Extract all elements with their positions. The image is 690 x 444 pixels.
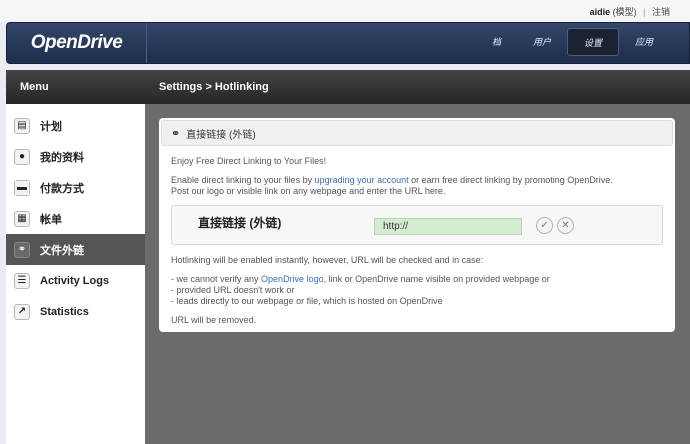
condition-item: - we cannot verify any OpenDrive logo, l… <box>171 274 663 285</box>
sidebar-item-label: Activity Logs <box>40 274 110 287</box>
opendrive-logo[interactable]: OpenDrive <box>7 23 147 63</box>
sidebar-item-label: 计划 <box>40 120 62 133</box>
panel-header: ⚭ 直接链接 (外链) <box>161 120 673 146</box>
user-bar: aidie (模型) | 注销 <box>0 0 690 22</box>
url-label: 直接链接 (外链) <box>198 216 282 230</box>
condition-text: - we cannot verify any <box>171 274 262 284</box>
doc-icon: ▤ <box>14 117 30 134</box>
separator: | <box>643 7 646 17</box>
condition-item: - leads directly to our webpage or file,… <box>171 296 443 306</box>
chart-icon: ↗ <box>14 303 30 320</box>
logout-link[interactable]: 注销 <box>652 7 670 17</box>
desc-text: or earn free direct linking by promoting… <box>408 175 613 185</box>
upgrade-link[interactable]: upgrading your account <box>315 175 409 185</box>
cancel-x-icon[interactable]: ✕ <box>557 217 574 234</box>
conditions-list: - we cannot verify any OpenDrive logo, l… <box>171 274 663 307</box>
sidebar-item-label: Statistics <box>40 305 89 318</box>
user-sub: (模型) <box>612 7 637 17</box>
panel-title: 直接链接 (外链) <box>186 129 256 141</box>
url-form-row: 直接链接 (外链) http:// ✓ ✕ <box>171 205 663 245</box>
app-header: OpenDrive 档 用户 设置 应用 <box>6 22 690 64</box>
intro-text: Enjoy Free Direct Linking to Your Files! <box>171 156 327 166</box>
sidebar-title: Menu <box>6 70 145 104</box>
main-content: Settings > Hotlinking ⚭ 直接链接 (外链) Enjoy … <box>145 70 690 444</box>
desc-text: Enable direct linking to your files by <box>171 175 315 185</box>
condition-text: , link or OpenDrive name visible on prov… <box>323 274 550 284</box>
note-text: Hotlinking will be enabled instantly, ho… <box>171 255 484 265</box>
top-nav: 档 用户 设置 应用 <box>476 28 669 56</box>
sidebar-item-label: 帐单 <box>40 213 62 226</box>
sidebar-item-label: 我的资料 <box>40 151 84 164</box>
nav-settings[interactable]: 设置 <box>566 28 619 56</box>
nav-files[interactable]: 档 <box>476 28 517 56</box>
person-icon: ● <box>14 148 30 165</box>
confirm-check-icon[interactable]: ✓ <box>536 217 553 234</box>
desc-text: Post our logo or visible link on any web… <box>171 186 446 196</box>
panel-body: Enjoy Free Direct Linking to Your Files!… <box>159 148 675 326</box>
username[interactable]: aidie <box>590 7 611 17</box>
link-icon: ⚭ <box>14 241 30 258</box>
nav-users[interactable]: 用户 <box>517 28 567 56</box>
sidebar-item-hotlinking[interactable]: ⚭ 文件外链 <box>6 234 145 265</box>
sidebar-item-profile[interactable]: ● 我的资料 <box>6 141 145 172</box>
removal-text: URL will be removed. <box>171 315 257 325</box>
sidebar-item-payment[interactable]: ▬ 付款方式 <box>6 172 145 203</box>
calculator-icon: ▦ <box>14 210 30 227</box>
condition-item: - provided URL doesn't work or <box>171 285 295 295</box>
description: Enable direct linking to your files by u… <box>171 175 663 197</box>
card-icon: ▬ <box>14 179 30 196</box>
url-input[interactable]: http:// <box>374 218 522 235</box>
opendrive-logo-link[interactable]: OpenDrive logo <box>261 274 324 284</box>
link-icon: ⚭ <box>171 127 181 140</box>
sidebar-item-billing[interactable]: ▦ 帐单 <box>6 203 145 234</box>
sidebar-menu: ▤ 计划 ● 我的资料 ▬ 付款方式 ▦ 帐单 ⚭ 文件外链 ☰ Activit… <box>6 104 145 327</box>
nav-apps[interactable]: 应用 <box>619 28 669 56</box>
sidebar: Menu ▤ 计划 ● 我的资料 ▬ 付款方式 ▦ 帐单 ⚭ 文件外链 ☰ Ac… <box>6 70 145 444</box>
list-icon: ☰ <box>14 272 30 289</box>
breadcrumb: Settings > Hotlinking <box>145 70 690 104</box>
sidebar-item-activity-logs[interactable]: ☰ Activity Logs <box>6 265 145 296</box>
hotlinking-panel: ⚭ 直接链接 (外链) Enjoy Free Direct Linking to… <box>159 118 675 332</box>
sidebar-item-plan[interactable]: ▤ 计划 <box>6 110 145 141</box>
sidebar-item-statistics[interactable]: ↗ Statistics <box>6 296 145 327</box>
sidebar-item-label: 付款方式 <box>40 182 84 195</box>
user-info: aidie (模型) | 注销 <box>590 5 670 18</box>
sidebar-item-label: 文件外链 <box>40 244 84 257</box>
